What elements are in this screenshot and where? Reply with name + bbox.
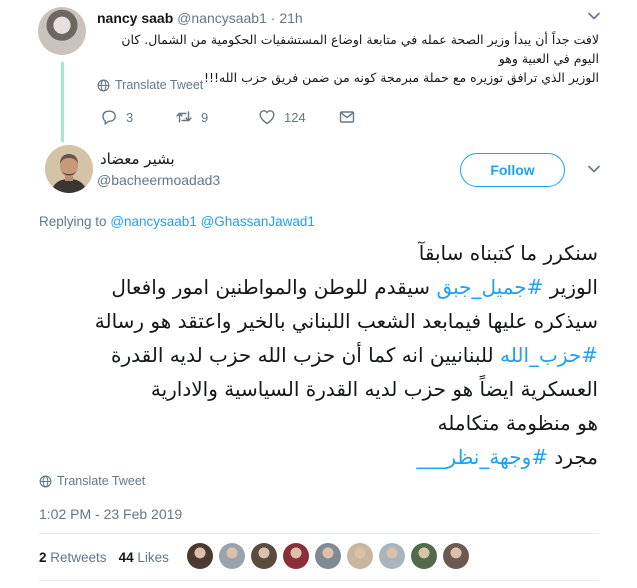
- tweet-text-line: هو منظومة متكامله: [437, 411, 598, 435]
- liker-avatar[interactable]: [283, 543, 309, 569]
- heart-icon: [259, 110, 275, 125]
- likes-stat[interactable]: 44 Likes: [119, 550, 169, 565]
- retweet-button[interactable]: 9: [175, 108, 258, 126]
- hashtag-link[interactable]: #جميل_جبق: [436, 275, 543, 299]
- retweets-label: Retweets: [50, 550, 107, 565]
- translate-label: Translate Tweet: [115, 78, 204, 92]
- replying-to: Replying to @nancysaab1 @GhassanJawad1: [39, 214, 315, 229]
- avatar-portrait: [45, 145, 93, 193]
- author-name[interactable]: nancy saab: [97, 10, 173, 26]
- liker-avatar[interactable]: [347, 543, 373, 569]
- avatar[interactable]: [38, 7, 86, 55]
- hashtag-link[interactable]: #حزب_الله: [500, 343, 598, 367]
- hashtag-link[interactable]: #وجهة_نظر___: [416, 445, 548, 469]
- tweet-text-line: الوزير #جميل_جبق سيقدم للوطن والمواطنين …: [30, 270, 598, 304]
- liker-avatar[interactable]: [251, 543, 277, 569]
- avatar[interactable]: [45, 145, 93, 193]
- tweet-text-line: لافت جداً أن يبدأ وزير الصحة عمله في متا…: [121, 32, 599, 66]
- replying-prefix: Replying to: [39, 214, 107, 229]
- tweet-text-line: العسكرية ايضاً هو حزب لديه القدرة السياس…: [150, 377, 598, 401]
- reply-icon: [102, 110, 116, 125]
- like-count: 124: [284, 109, 306, 125]
- liker-avatar[interactable]: [379, 543, 405, 569]
- liker-avatars: [187, 543, 469, 569]
- globe-icon: [39, 475, 52, 487]
- tweet-text-segment: سيقدم للوطن والمواطنين امور وافعال: [111, 275, 431, 299]
- author-handle[interactable]: @nancysaab1: [177, 10, 267, 26]
- retweets-stat[interactable]: 2 Retweets: [39, 550, 107, 565]
- translate-label: Translate Tweet: [57, 474, 146, 488]
- tweet-text-line: سيذكره عليها فيمابعد الشعب اللبناني بالخ…: [94, 309, 598, 333]
- thread-connector-line: [61, 62, 64, 142]
- direct-message-button[interactable]: [338, 108, 356, 126]
- retweet-icon: [176, 111, 192, 123]
- translate-tweet-link[interactable]: Translate Tweet: [39, 474, 145, 488]
- tweet-text-line: #حزب_الله للبنانيين انه كما أن حزب الله …: [30, 338, 598, 372]
- liker-avatar[interactable]: [187, 543, 213, 569]
- retweet-count: 9: [201, 109, 209, 125]
- tweet-text-line: سنكرر ما كتبناه سابقآ: [418, 241, 598, 265]
- tweet-time[interactable]: 21h: [279, 10, 302, 26]
- likes-label: Likes: [137, 550, 169, 565]
- tweet-text-segment: الوزير: [549, 275, 598, 299]
- reply-count: 3: [126, 109, 134, 125]
- tweet-stats: 2 Retweets 44 Likes: [39, 550, 169, 565]
- divider: [39, 580, 599, 581]
- liker-avatar[interactable]: [219, 543, 245, 569]
- message-icon: [339, 111, 355, 123]
- translate-tweet-link[interactable]: Translate Tweet: [97, 78, 203, 92]
- liker-avatar[interactable]: [315, 543, 341, 569]
- main-tweet-text: سنكرر ما كتبناه سابقآ الوزير #جميل_جبق س…: [30, 236, 598, 474]
- author-handle[interactable]: @bacheermoadad3: [97, 172, 220, 188]
- tweet-timestamp[interactable]: 1:02 PM - 23 Feb 2019: [39, 506, 182, 522]
- tweet-actions: 3 9 124: [100, 108, 356, 126]
- chevron-down-icon[interactable]: [587, 162, 601, 176]
- follow-button[interactable]: Follow: [460, 153, 565, 187]
- retweet-total: 2: [39, 550, 47, 565]
- mention-link[interactable]: @GhassanJawad1: [201, 214, 315, 229]
- mention-link[interactable]: @nancysaab1: [110, 214, 197, 229]
- liker-avatar[interactable]: [411, 543, 437, 569]
- chevron-down-icon[interactable]: [587, 9, 601, 23]
- tweet-text-segment: للبنانيين انه كما أن حزب الله حزب لديه ا…: [111, 343, 494, 367]
- globe-icon: [97, 79, 110, 91]
- tweet-text-line: مجرد #وجهة_نظر___: [30, 440, 598, 474]
- parent-tweet: nancy saab @nancysaab1 · 21h لافت جداً أ…: [0, 0, 637, 142]
- author-name[interactable]: بشير معضاد: [100, 150, 212, 168]
- like-total: 44: [118, 550, 134, 565]
- tweet-text-segment: مجرد: [554, 445, 598, 469]
- reply-button[interactable]: 3: [100, 108, 175, 126]
- separator-dot: ·: [270, 10, 276, 26]
- liker-avatar[interactable]: [443, 543, 469, 569]
- parent-tweet-header: nancy saab @nancysaab1 · 21h: [97, 10, 303, 26]
- like-button[interactable]: 124: [258, 108, 338, 126]
- divider: [39, 533, 599, 534]
